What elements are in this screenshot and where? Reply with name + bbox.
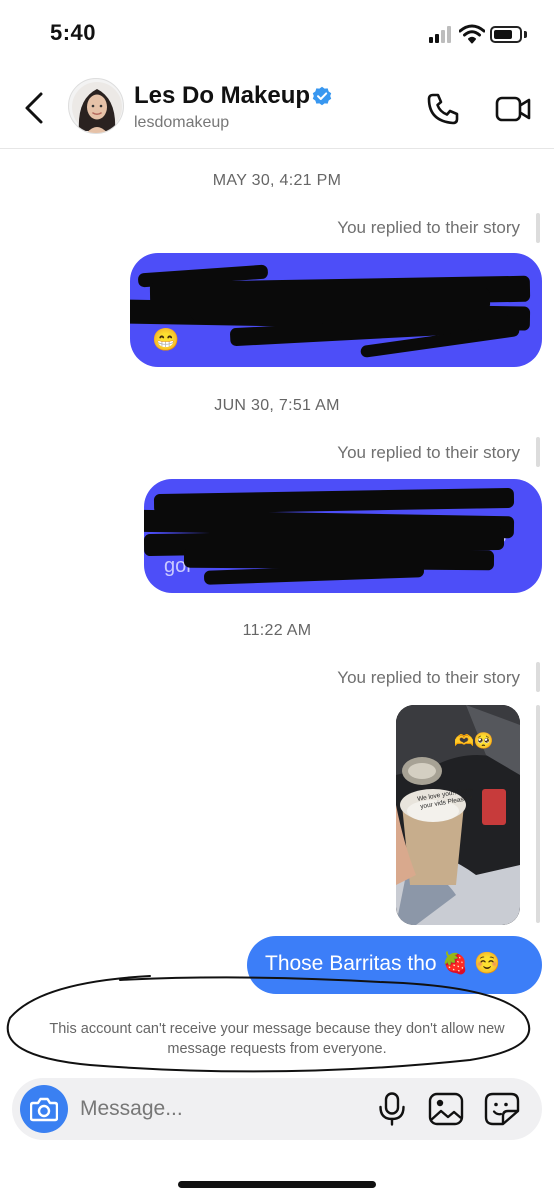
sticker-icon[interactable] — [484, 1092, 520, 1126]
contact-handle: lesdomakeup — [134, 114, 230, 131]
camera-icon — [30, 1097, 58, 1122]
video-camera-icon[interactable] — [494, 90, 532, 128]
grinning-emoji: 😁 — [152, 327, 180, 352]
timestamp: 11:22 AM — [242, 622, 312, 639]
redacted-message-bubble[interactable]: gor ods — [144, 479, 542, 593]
story-reply-label: You replied to their story — [337, 668, 520, 687]
status-time: 5:40 — [50, 20, 97, 45]
wifi-icon — [459, 24, 485, 44]
message-request-notice: This account can't receive your message … — [49, 1021, 505, 1057]
phone-icon[interactable] — [424, 90, 462, 128]
story-reply-label: You replied to their story — [337, 218, 520, 237]
timestamp: JUN 30, 7:51 AM — [214, 397, 340, 414]
message-composer — [12, 1078, 542, 1140]
conversation-header: Les Do Makeup lesdomakeup — [0, 70, 554, 149]
home-indicator[interactable] — [178, 1181, 376, 1188]
avatar[interactable] — [68, 78, 124, 134]
microphone-icon[interactable] — [377, 1092, 407, 1126]
reply-indicator-bar — [536, 662, 540, 692]
story-image[interactable]: We love you!! I love your vids Please ♥ … — [396, 705, 520, 925]
message-input[interactable] — [80, 1092, 350, 1126]
timestamp: MAY 30, 4:21 PM — [212, 172, 342, 189]
camera-button[interactable] — [20, 1085, 68, 1133]
heart-hands-emoji: 🫶🥺 — [454, 733, 494, 750]
reply-indicator-bar — [536, 705, 540, 923]
battery-icon — [490, 26, 522, 43]
cellular-signal-icon — [429, 26, 455, 43]
reply-indicator-bar — [536, 213, 540, 243]
contact-name[interactable]: Les Do Makeup — [134, 82, 310, 110]
reply-indicator-bar — [536, 437, 540, 467]
chevron-left-icon[interactable] — [18, 88, 54, 128]
battery-tip — [524, 31, 527, 38]
redacted-message-bubble[interactable]: yo thin 😁 — [130, 253, 542, 367]
image-gallery-icon[interactable] — [428, 1092, 464, 1126]
story-reply-label: You replied to their story — [337, 443, 520, 462]
verified-badge-icon — [312, 86, 332, 106]
